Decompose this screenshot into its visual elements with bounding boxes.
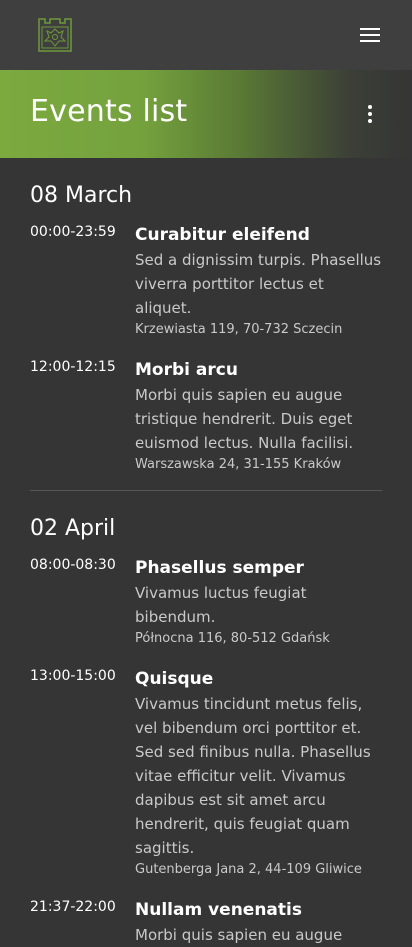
page-title: Events list [30, 94, 188, 129]
event-item[interactable]: 12:00-12:15 Morbi arcu Morbi quis sapien… [30, 359, 382, 472]
event-time: 12:00-12:15 [30, 359, 116, 375]
event-time: 08:00-08:30 [30, 557, 116, 573]
events-list: 08 March 00:00-23:59 Curabitur eleifend … [30, 158, 382, 947]
event-address: Gutenberga Jana 2, 44-109 Gliwice [135, 862, 362, 877]
event-title: Phasellus semper [135, 558, 304, 578]
event-time: 13:00-15:00 [30, 668, 116, 684]
date-heading: 08 March [30, 183, 133, 208]
event-time: 00:00-23:59 [30, 224, 116, 240]
event-time: 21:37-22:00 [30, 899, 116, 915]
hamburger-menu-icon[interactable] [356, 21, 384, 49]
event-item[interactable]: 08:00-08:30 Phasellus semper Vivamus luc… [30, 557, 382, 646]
event-description: Vivamus luctus feugiat bibendum. [135, 584, 307, 626]
event-description: Sed a dignissim turpis. Phasellus viverr… [135, 251, 382, 317]
event-item[interactable]: 21:37-22:00 Nullam venenatis Morbi quis … [30, 899, 382, 947]
event-title: Quisque [135, 669, 214, 689]
event-description: Vivamus tincidunt metus felis, vel biben… [135, 695, 371, 857]
more-vertical-icon[interactable] [360, 102, 380, 126]
event-item[interactable]: 13:00-15:00 Quisque Vivamus tincidunt me… [30, 668, 382, 877]
event-description: Morbi quis sapien eu augue [135, 926, 343, 944]
event-title: Morbi arcu [135, 360, 238, 380]
top-app-bar [0, 0, 412, 70]
event-address: Krzewiasta 119, 70-732 Sczecin [135, 322, 343, 337]
event-title: Curabitur eleifend [135, 225, 310, 245]
event-title: Nullam venenatis [135, 900, 302, 920]
date-section: 02 April 08:00-08:30 Phasellus semper Vi… [30, 491, 382, 947]
event-item[interactable]: 00:00-23:59 Curabitur eleifend Sed a dig… [30, 224, 382, 337]
castle-logo-icon[interactable] [37, 17, 73, 53]
event-address: Warszawska 24, 31-155 Kraków [135, 457, 342, 472]
event-address: Północna 116, 80-512 Gdańsk [135, 631, 330, 646]
date-section: 08 March 00:00-23:59 Curabitur eleifend … [30, 158, 382, 472]
page-header: Events list [0, 70, 412, 158]
date-heading: 02 April [30, 516, 116, 541]
event-description: Morbi quis sapien eu augue tristique hen… [135, 386, 354, 452]
